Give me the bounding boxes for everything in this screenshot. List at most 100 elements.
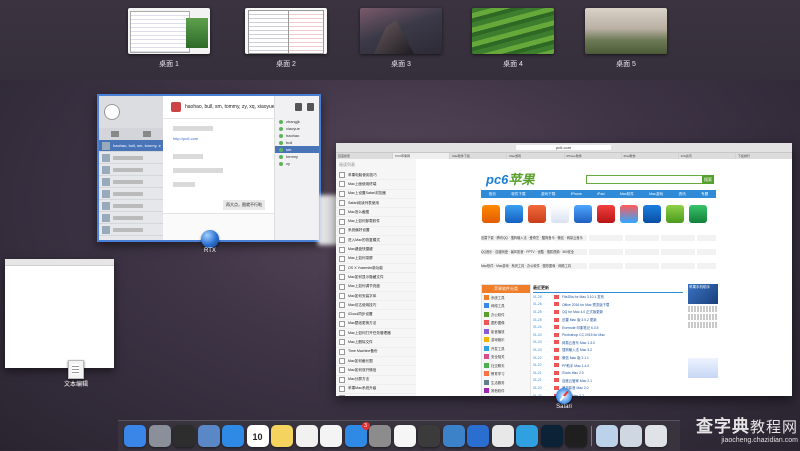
category-item[interactable]: 其他软件 bbox=[482, 387, 530, 396]
mission-control-icon[interactable] bbox=[173, 425, 195, 447]
space-4-thumbnail[interactable] bbox=[472, 8, 554, 54]
nav-item[interactable]: 软件下载 bbox=[511, 190, 525, 198]
message-link[interactable]: http://pc6.com bbox=[173, 136, 198, 141]
space-3-thumbnail[interactable] bbox=[360, 8, 442, 54]
news-row[interactable]: 01-25QQ for Mac 4.0 正式版更新 bbox=[533, 308, 683, 316]
link-line[interactable] bbox=[688, 314, 718, 320]
app-icon[interactable] bbox=[551, 205, 569, 223]
reading-list-item[interactable]: Mac上如何卸载软件 bbox=[336, 217, 416, 226]
reading-list-item[interactable]: 苹果Mac系统升级 bbox=[336, 385, 416, 394]
link-row[interactable]: QQ音乐 · 百度网盘 · 暴风影音 · PPTV · 优酷 · 搜狐视频 · … bbox=[481, 249, 716, 255]
phone-icon[interactable] bbox=[307, 103, 314, 111]
space-5-thumbnail[interactable] bbox=[585, 8, 667, 54]
category-item[interactable]: 图形图像 bbox=[482, 319, 530, 328]
reading-list-item[interactable]: Mac如何显示隐藏文件 bbox=[336, 273, 416, 282]
photoshop-icon[interactable] bbox=[541, 425, 563, 447]
reading-list-item[interactable]: Safari阅读列表使用 bbox=[336, 199, 416, 208]
space-2-thumbnail[interactable] bbox=[245, 8, 327, 54]
safari-window[interactable]: pc6.com 百度搜索 PC6苹果网 Mac软件下载 Mac游戏 iPhone… bbox=[336, 143, 792, 396]
member-item[interactable]: sm bbox=[275, 146, 319, 153]
link-row[interactable]: 迅雷下载 · 腾讯QQ · 搜狗输入法 · 爱奇艺 · 酷狗音乐 · 微信 · … bbox=[481, 235, 716, 241]
space-1-thumbnail[interactable] bbox=[128, 8, 210, 54]
reading-list-item[interactable]: Mac怎么截图 bbox=[336, 208, 416, 217]
rtx-window[interactable]: haohao, bull, sm, tommy, zy, xq, xiaoyue… bbox=[97, 94, 321, 242]
xcode-icon[interactable] bbox=[443, 425, 465, 447]
category-item[interactable]: 影音播放 bbox=[482, 327, 530, 336]
nav-item[interactable]: Mac软件 bbox=[620, 190, 634, 198]
site-search-button[interactable]: 搜索 bbox=[702, 175, 714, 184]
app-icon[interactable] bbox=[505, 205, 523, 223]
reading-list-item[interactable]: Mac分屏方法 bbox=[336, 376, 416, 385]
reading-list-item[interactable]: Mac常用软件推荐 bbox=[336, 394, 416, 396]
nav-item[interactable]: iPhone bbox=[571, 190, 582, 198]
safari-app-badge[interactable]: Safari bbox=[551, 388, 577, 410]
app-store-icon[interactable]: 3 bbox=[345, 425, 367, 447]
nav-item[interactable]: 资讯 bbox=[679, 190, 686, 198]
finder-icon[interactable] bbox=[124, 425, 146, 447]
news-row[interactable]: 01-23搜狗输入法 Mac 3.2 bbox=[533, 346, 683, 354]
reading-list-item[interactable]: Mac如何截长图 bbox=[336, 357, 416, 366]
space-1[interactable]: 桌面 1 bbox=[128, 8, 210, 69]
news-row[interactable]: 01-22PP助手 Mac 1.4.0 bbox=[533, 361, 683, 369]
photos-icon[interactable] bbox=[296, 425, 318, 447]
site-logo[interactable]: pc6苹果 bbox=[486, 169, 534, 188]
pps-app-icon[interactable] bbox=[482, 205, 500, 223]
reading-list-item[interactable]: Mac壁纸更换方法 bbox=[336, 320, 416, 329]
launchpad-icon[interactable] bbox=[149, 425, 171, 447]
app-icon[interactable] bbox=[689, 205, 707, 223]
space-2[interactable]: 桌面 2 bbox=[245, 8, 327, 69]
reading-list-item[interactable]: iCloud同步设置 bbox=[336, 310, 416, 319]
downloads-folder-icon[interactable] bbox=[620, 425, 642, 447]
quicktime-icon[interactable] bbox=[418, 425, 440, 447]
news-row[interactable]: 01-26FileZilla for Mac 3.10.1 发布 bbox=[533, 293, 683, 301]
reading-list-item[interactable]: Mac上删除文件 bbox=[336, 338, 416, 347]
nav-item[interactable]: Mac游戏 bbox=[649, 190, 663, 198]
chrome-icon[interactable] bbox=[492, 425, 514, 447]
app-icon[interactable] bbox=[597, 205, 615, 223]
app-icon[interactable] bbox=[666, 205, 684, 223]
reading-list-item[interactable]: Mac上面使用终端 bbox=[336, 180, 416, 189]
category-item[interactable]: 游戏娱乐 bbox=[482, 336, 530, 345]
terminal-icon[interactable] bbox=[565, 425, 587, 447]
space-3[interactable]: 桌面 3 bbox=[360, 8, 442, 69]
category-item[interactable]: 安全相关 bbox=[482, 353, 530, 362]
member-item[interactable]: haohao bbox=[275, 132, 319, 139]
reading-list-item[interactable]: Time Machine备份 bbox=[336, 348, 416, 357]
space-5[interactable]: 桌面 5 bbox=[585, 8, 667, 69]
category-item[interactable]: 网络工具 bbox=[482, 302, 530, 311]
category-item[interactable]: 开发工具 bbox=[482, 344, 530, 353]
documents-folder-icon[interactable] bbox=[596, 425, 618, 447]
contacts-tab-icon[interactable] bbox=[143, 131, 151, 137]
news-row[interactable]: 01-24Evernote 印象笔记 6.0.5 bbox=[533, 323, 683, 331]
category-item[interactable]: 生活服务 bbox=[482, 378, 530, 387]
safari-icon[interactable] bbox=[222, 425, 244, 447]
list-item[interactable] bbox=[99, 176, 163, 188]
member-item[interactable]: bull bbox=[275, 139, 319, 146]
reading-list-item[interactable]: Mac上设置Safari浏览器 bbox=[336, 190, 416, 199]
ad-banner[interactable]: 苹果手机助手 bbox=[688, 284, 718, 304]
reading-list-item[interactable]: 进入Mac的恢复模式 bbox=[336, 236, 416, 245]
member-item[interactable]: zy bbox=[275, 160, 319, 167]
rtx-app-badge[interactable]: RTX bbox=[196, 230, 224, 254]
category-item[interactable]: 社交聊天 bbox=[482, 361, 530, 370]
news-row[interactable]: 01-21iTools Mac 2.0 bbox=[533, 369, 683, 377]
list-item[interactable] bbox=[99, 188, 163, 200]
reading-list-item[interactable]: 苹果电脑使用技巧 bbox=[336, 171, 416, 180]
member-item[interactable]: xiaoyue bbox=[275, 125, 319, 132]
list-item[interactable] bbox=[99, 152, 163, 164]
news-row[interactable]: 01-25迅雷 Mac 版 3.0.2 更新 bbox=[533, 316, 683, 324]
app-icon[interactable] bbox=[574, 205, 592, 223]
nav-item[interactable]: 游戏下载 bbox=[541, 190, 555, 198]
list-item[interactable] bbox=[99, 200, 163, 212]
category-item[interactable]: 系统工具 bbox=[482, 293, 530, 302]
news-row[interactable]: 01-26Office 2016 for Mac 预览版下载 bbox=[533, 301, 683, 309]
nav-item[interactable]: 首页 bbox=[489, 190, 496, 198]
weather-icon[interactable] bbox=[516, 425, 538, 447]
reading-list-item[interactable]: 系统偏好设置 bbox=[336, 227, 416, 236]
reading-list-item[interactable]: OS X Yosemite新功能 bbox=[336, 264, 416, 273]
window-titlebar[interactable] bbox=[5, 259, 114, 266]
news-row[interactable]: 01-24Photoshop CC 2015 for Mac bbox=[533, 331, 683, 339]
site-search-input[interactable] bbox=[586, 175, 703, 184]
reading-list-item[interactable]: Mac键盘快捷键 bbox=[336, 245, 416, 254]
member-item[interactable]: zhangjk bbox=[275, 118, 319, 125]
